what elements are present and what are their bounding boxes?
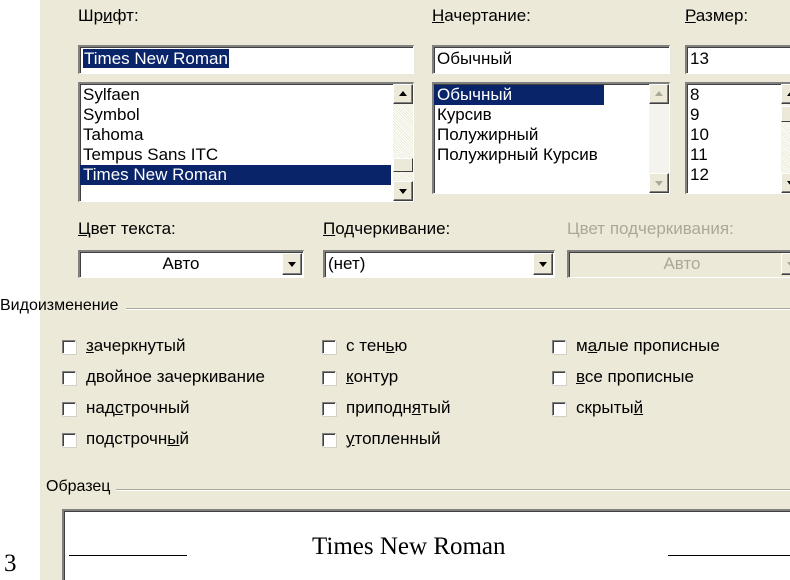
sample-group-title: Образец	[46, 478, 111, 495]
emboss-label[interactable]: приподнятый	[346, 398, 451, 418]
outline-label[interactable]: контур	[346, 367, 398, 387]
preview-text: Times New Roman	[312, 533, 506, 560]
arrow-down-icon	[655, 181, 663, 186]
hidden-checkbox[interactable]	[552, 402, 566, 416]
size-label: Размер:	[685, 6, 749, 25]
superscript-checkbox[interactable]	[62, 402, 76, 416]
scroll-up-button	[649, 84, 669, 104]
effects-group-divider	[126, 308, 790, 310]
font-list-item[interactable]: Tahoma	[80, 125, 413, 145]
all-caps-checkbox[interactable]	[552, 371, 566, 385]
double-strikethrough-label[interactable]: двойное зачеркивание	[86, 367, 265, 387]
double-strikethrough-checkbox[interactable]	[62, 371, 76, 385]
strikethrough-label[interactable]: зачеркнутый	[86, 336, 185, 356]
font-list-item[interactable]: Tempus Sans ITC	[80, 145, 413, 165]
size-input[interactable]: 13	[685, 45, 790, 74]
underline-color-dropdown: Авто	[567, 250, 790, 278]
font-list-item[interactable]: Symbol	[80, 105, 413, 125]
dropdown-button	[781, 253, 790, 275]
size-list[interactable]: 8 9 10 11 12	[685, 82, 790, 194]
font-dialog: Шрифт: Times New Roman Sylfaen Symbol Ta…	[0, 0, 790, 580]
style-list[interactable]: Обычный Курсив Полужирный Полужирный Кур…	[432, 82, 670, 194]
scroll-thumb[interactable]	[781, 106, 790, 122]
effects-group-title: Видоизменение	[0, 297, 119, 314]
outline-checkbox[interactable]	[322, 371, 336, 385]
scroll-up-button[interactable]	[393, 84, 413, 104]
dropdown-button[interactable]	[533, 253, 553, 275]
small-caps-label[interactable]: малые прописные	[576, 336, 720, 356]
size-list-item[interactable]: 10	[687, 125, 790, 145]
text-color-label: Цвет текста:	[78, 219, 176, 238]
font-list[interactable]: Sylfaen Symbol Tahoma Tempus Sans ITC Ti…	[78, 82, 414, 202]
strikethrough-checkbox[interactable]	[62, 340, 76, 354]
size-list-item[interactable]: 11	[687, 145, 790, 165]
font-label: Шрифт:	[78, 6, 139, 25]
preview-baseline-right	[668, 555, 790, 556]
page-number: 3	[4, 550, 17, 577]
font-list-item[interactable]: Sylfaen	[80, 85, 413, 105]
style-list-item[interactable]: Курсив	[434, 105, 669, 125]
scroll-down-button[interactable]	[781, 173, 790, 193]
superscript-label[interactable]: надстрочный	[86, 398, 190, 418]
style-list-item[interactable]: Полужирный Курсив	[434, 145, 669, 165]
dropdown-button[interactable]	[282, 253, 302, 275]
engrave-checkbox[interactable]	[322, 433, 336, 447]
all-caps-label[interactable]: все прописные	[576, 367, 694, 387]
shadow-label[interactable]: с тенью	[346, 336, 407, 356]
subscript-checkbox[interactable]	[62, 433, 76, 447]
font-list-item-selected[interactable]: Times New Roman	[80, 165, 391, 185]
style-label: Начертание:	[432, 6, 531, 25]
underline-dropdown[interactable]: (нет)	[323, 250, 555, 278]
size-list-scrollbar[interactable]	[781, 84, 790, 193]
style-list-scrollbar	[649, 84, 669, 193]
engrave-label[interactable]: утопленный	[346, 429, 441, 449]
style-input[interactable]: Обычный	[432, 45, 670, 74]
style-list-item-selected[interactable]: Обычный	[434, 85, 604, 105]
sample-group-divider	[116, 489, 790, 491]
style-list-item[interactable]: Полужирный	[434, 125, 669, 145]
arrow-up-icon	[399, 91, 407, 96]
arrow-down-icon	[399, 189, 407, 194]
scroll-down-button	[649, 173, 669, 193]
arrow-up-icon	[655, 91, 663, 96]
font-list-scrollbar[interactable]	[393, 84, 413, 201]
font-name-input[interactable]: Times New Roman	[78, 45, 414, 74]
small-caps-checkbox[interactable]	[552, 340, 566, 354]
scroll-down-button[interactable]	[393, 181, 413, 201]
underline-color-label: Цвет подчеркивания:	[567, 219, 734, 238]
size-list-item[interactable]: 8	[687, 85, 790, 105]
sample-preview: Times New Roman	[62, 509, 790, 580]
size-list-item[interactable]: 9	[687, 105, 790, 125]
subscript-label[interactable]: подстрочный	[86, 429, 189, 449]
shadow-checkbox[interactable]	[322, 340, 336, 354]
hidden-label[interactable]: скрытый	[576, 398, 643, 418]
chevron-down-icon	[288, 262, 296, 267]
emboss-checkbox[interactable]	[322, 402, 336, 416]
scroll-thumb[interactable]	[393, 158, 413, 172]
chevron-down-icon	[539, 262, 547, 267]
underline-label: Подчеркивание:	[323, 219, 451, 238]
text-color-dropdown[interactable]: Авто	[78, 250, 304, 278]
scroll-up-button[interactable]	[781, 84, 790, 104]
preview-baseline-left	[69, 555, 187, 556]
size-list-item[interactable]: 12	[687, 165, 790, 185]
